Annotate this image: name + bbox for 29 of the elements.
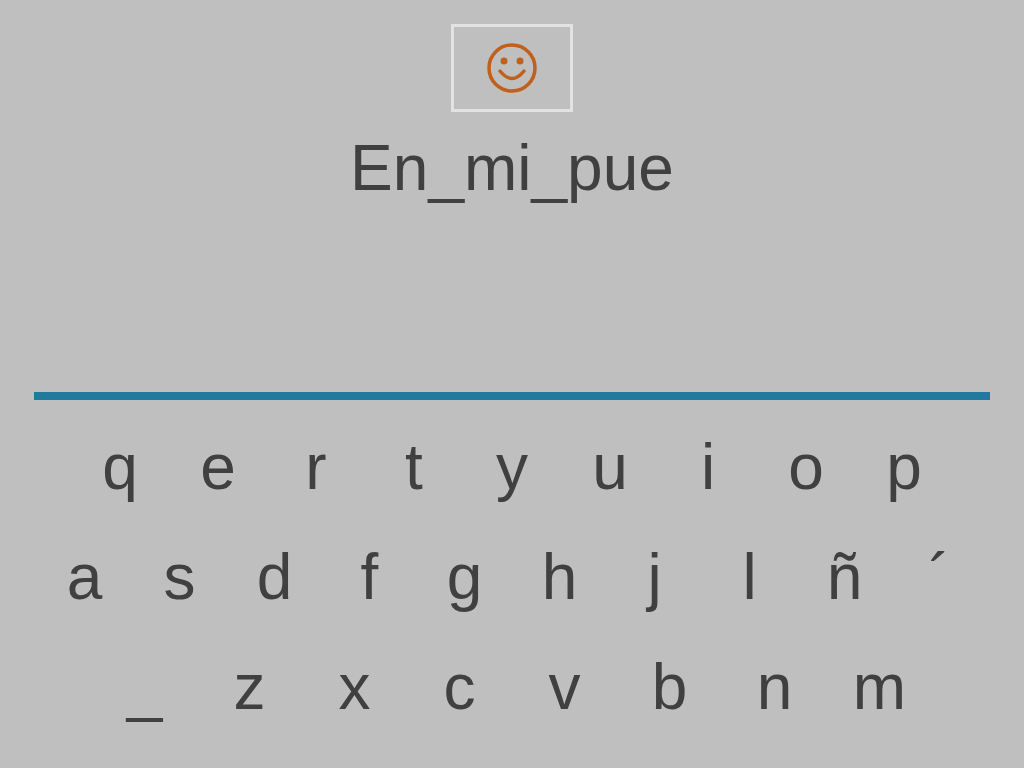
- key[interactable]: a: [37, 537, 132, 617]
- key[interactable]: o: [757, 427, 855, 507]
- key[interactable]: j: [607, 537, 702, 617]
- key[interactable]: t: [365, 427, 463, 507]
- key[interactable]: c: [407, 647, 512, 727]
- key[interactable]: q: [71, 427, 169, 507]
- key[interactable]: n: [722, 647, 827, 727]
- key[interactable]: u: [561, 427, 659, 507]
- key[interactable]: s: [132, 537, 227, 617]
- word-text: En_mi_pue: [350, 131, 674, 206]
- key[interactable]: g: [417, 537, 512, 617]
- key[interactable]: e: [169, 427, 267, 507]
- key[interactable]: v: [512, 647, 617, 727]
- key[interactable]: b: [617, 647, 722, 727]
- key[interactable]: i: [659, 427, 757, 507]
- key[interactable]: d: [227, 537, 322, 617]
- key[interactable]: x: [302, 647, 407, 727]
- key[interactable]: z: [197, 647, 302, 727]
- key[interactable]: f: [322, 537, 417, 617]
- smiley-icon: [486, 42, 538, 94]
- key[interactable]: _: [92, 647, 197, 727]
- key[interactable]: l: [702, 537, 797, 617]
- key[interactable]: m: [827, 647, 932, 727]
- key[interactable]: p: [855, 427, 953, 507]
- key[interactable]: r: [267, 427, 365, 507]
- key[interactable]: ñ: [797, 537, 892, 617]
- key[interactable]: ´: [892, 537, 987, 617]
- key[interactable]: h: [512, 537, 607, 617]
- key[interactable]: y: [463, 427, 561, 507]
